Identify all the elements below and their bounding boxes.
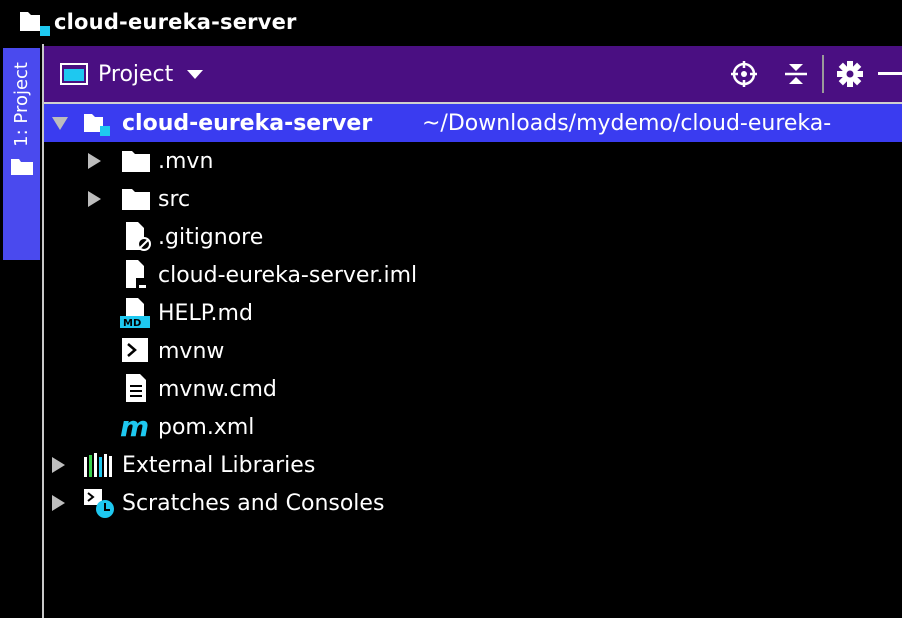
project-tool-tab-label: 1: Project [11, 62, 32, 147]
tree-item-iml[interactable]: cloud-eureka-server.iml [44, 256, 902, 294]
iml-file-icon [124, 260, 154, 290]
expand-arrow-icon[interactable] [52, 495, 65, 511]
module-icon [84, 108, 114, 138]
tree-item-label: mvnw [158, 338, 225, 364]
tree-item-src[interactable]: src [44, 180, 902, 218]
chevron-down-icon[interactable] [187, 69, 204, 79]
folder-icon [10, 157, 33, 179]
locate-icon[interactable] [728, 58, 760, 90]
scratches-icon [84, 487, 114, 518]
window-title: cloud-eureka-server [54, 10, 297, 34]
maven-icon: m [120, 410, 150, 443]
tree-item-mvn[interactable]: .mvn [44, 142, 902, 180]
tree-root-row[interactable]: cloud-eureka-server ~/Downloads/mydemo/c… [44, 104, 902, 142]
panel-title[interactable]: Project [98, 62, 173, 87]
root-name: cloud-eureka-server [122, 110, 373, 136]
tree-item-label: pom.xml [158, 414, 255, 440]
tree-item-label: .gitignore [158, 224, 264, 250]
expand-arrow-icon[interactable] [52, 457, 65, 473]
shell-script-icon [122, 338, 152, 368]
tree-item-label: mvnw.cmd [158, 376, 277, 402]
panel-actions [728, 46, 902, 102]
tree-item-mvnw-cmd[interactable]: mvnw.cmd [44, 370, 902, 408]
svg-text:MD: MD [123, 318, 141, 328]
tree-item-external-libraries[interactable]: External Libraries [44, 446, 902, 484]
collapse-all-icon[interactable] [780, 58, 812, 90]
window-titlebar: cloud-eureka-server [0, 0, 902, 44]
project-window-icon [60, 63, 88, 85]
libraries-icon [84, 451, 114, 481]
tree-item-label: .mvn [158, 148, 214, 174]
tree-item-label: src [158, 186, 191, 212]
project-icon [20, 8, 54, 36]
root-path: ~/Downloads/mydemo/cloud-eureka- [422, 110, 832, 136]
expand-arrow-icon[interactable] [88, 153, 101, 169]
tree-item-label: HELP.md [158, 300, 253, 326]
expand-arrow-icon[interactable] [52, 117, 68, 130]
project-tool-tab[interactable]: 1: Project [3, 48, 40, 260]
text-file-icon [124, 374, 154, 404]
minimize-icon[interactable] [878, 58, 902, 90]
ignored-file-icon [124, 222, 154, 252]
tree-item-help-md[interactable]: MD HELP.md [44, 294, 902, 332]
tree-item-mvnw[interactable]: mvnw [44, 332, 902, 370]
expand-arrow-icon[interactable] [88, 191, 101, 207]
svg-text:m: m [120, 410, 149, 442]
tree-item-pom[interactable]: m pom.xml [44, 408, 902, 446]
toolbar-divider [822, 55, 824, 93]
tree-item-gitignore[interactable]: .gitignore [44, 218, 902, 256]
tree-item-scratches[interactable]: Scratches and Consoles [44, 484, 902, 522]
folder-icon [122, 186, 152, 216]
tree-item-label: cloud-eureka-server.iml [158, 262, 418, 288]
tree-item-label: Scratches and Consoles [122, 490, 385, 516]
gear-icon[interactable] [834, 58, 866, 90]
tree-item-label: External Libraries [122, 452, 316, 478]
markdown-file-icon: MD [120, 298, 150, 329]
folder-icon [122, 148, 152, 178]
project-tree: cloud-eureka-server ~/Downloads/mydemo/c… [44, 104, 902, 618]
tool-window-sidebar: 1: Project [0, 44, 44, 618]
project-panel-header: Project [44, 46, 902, 104]
